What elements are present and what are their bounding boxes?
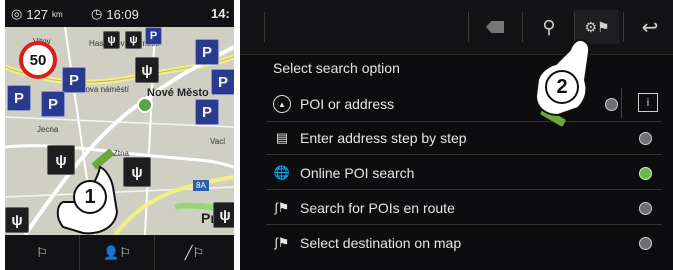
clock-icon: ◷ (91, 6, 103, 21)
route-flag-icon: ╱⚐ (184, 244, 205, 260)
target-icon: ◎ (11, 6, 23, 21)
favorites-button[interactable]: 👤⚐ (80, 235, 155, 270)
route-button[interactable]: ╱⚐ (155, 235, 234, 270)
clock-time: 16:09 (106, 6, 139, 22)
step-callout-1: 1 (73, 180, 107, 214)
navigation-map-screen: ◎ 127km ◷ 16:09 14: Vitov Hasoletové nám… (5, 0, 234, 270)
destination-flag-icon: ⚐ (36, 244, 48, 260)
search-options-screen: ⚲ ⚙⚑ ↩ Select search option ▲ POI or add… (240, 0, 673, 270)
step-callout-2: 2 (545, 70, 579, 104)
distance-value: 127 (26, 6, 49, 22)
pointing-hand-icon (534, 38, 591, 127)
clipped-time: 14: (211, 6, 230, 21)
clock-readout: ◷ 16:09 (91, 6, 139, 22)
distance-readout: ◎ 127 km (11, 6, 63, 22)
destination-button[interactable]: ⚐ (5, 235, 80, 270)
map-status-bar: ◎ 127 km ◷ 16:09 14: (5, 0, 234, 27)
person-flag-icon: 👤⚐ (103, 244, 131, 260)
distance-unit: km (52, 9, 63, 19)
map-bottom-bar: ⚐ 👤⚐ ╱⚐ (5, 235, 234, 270)
speed-limit-sign: 50 (19, 41, 57, 79)
